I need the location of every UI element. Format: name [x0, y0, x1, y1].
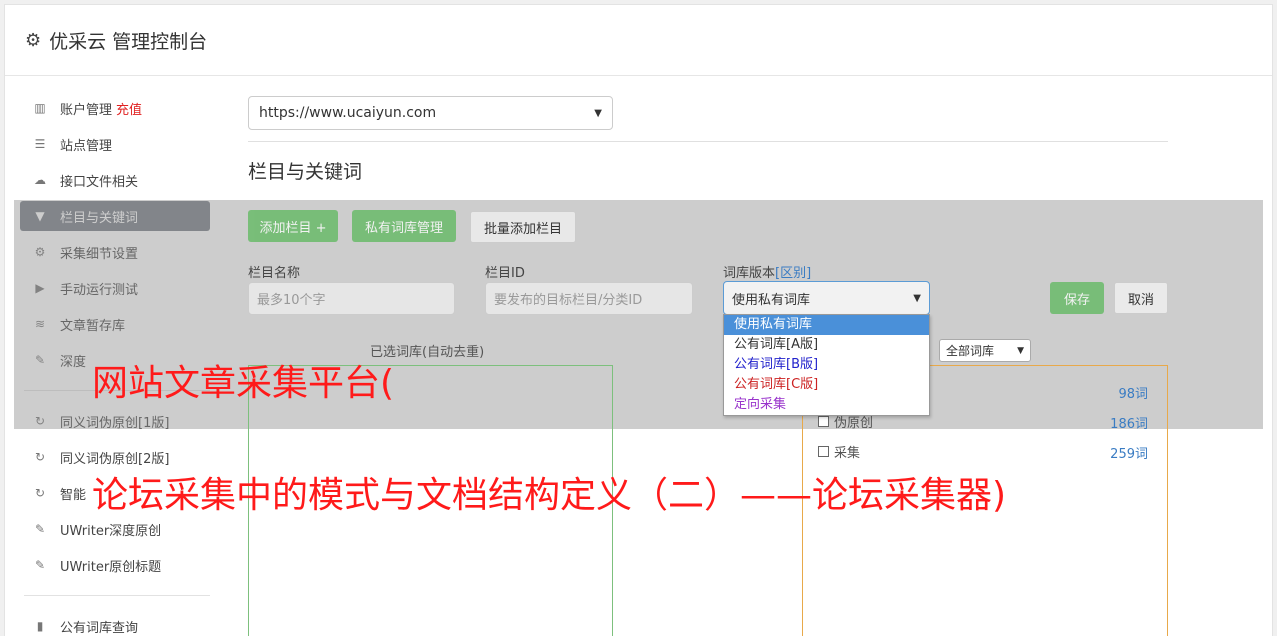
sidebar-item-label: 智能	[60, 487, 87, 503]
app-title: 优采云 管理控制台	[49, 30, 208, 53]
sidebar-item-label: 公有词库查询	[60, 620, 139, 636]
difference-link[interactable]: [区别]	[775, 266, 811, 281]
column-id-label: 栏目ID	[485, 266, 525, 281]
lib-count: 186词	[1110, 417, 1148, 432]
lib-version-label: 词库版本[区别]	[723, 262, 811, 281]
sidebar-item-label: 同义词伪原创[2版]	[60, 451, 170, 467]
chevron-down-icon: ▼	[913, 292, 921, 304]
refresh-icon: ↻	[34, 486, 46, 500]
server-icon: ☰	[34, 137, 46, 151]
all-libs-select[interactable]: 全部词库 ▼	[939, 339, 1031, 362]
main-content: https://www.ucaiyun.com ▼ 栏目与关键词	[244, 96, 1168, 184]
column-name-label: 栏目名称	[248, 266, 301, 281]
dropdown-option-directed[interactable]: 定向采集	[724, 395, 929, 415]
sidebar-item-label: 账户管理	[60, 102, 113, 118]
chevron-down-icon: ▼	[594, 107, 602, 119]
chevron-down-icon: ▼	[1017, 345, 1024, 356]
lib-version-value: 使用私有词库	[732, 292, 811, 308]
all-libs-value: 全部词库	[946, 344, 995, 358]
lib-row-label: 采集	[834, 446, 861, 461]
sidebar-item-label: UWriter深度原创	[60, 523, 162, 539]
edit-icon: ✎	[34, 558, 46, 572]
divider	[248, 141, 1168, 142]
lib-version-dropdown: 使用私有词库 公有词库[A版] 公有词库[B版] 公有词库[C版] 定向采集	[723, 314, 930, 416]
sidebar-item-sites[interactable]: ☰ 站点管理	[20, 126, 210, 162]
dropdown-option-c[interactable]: 公有词库[C版]	[724, 375, 929, 395]
column-name-input[interactable]: 最多10个字	[248, 282, 455, 315]
site-select-value: https://www.ucaiyun.com	[259, 105, 437, 121]
sidebar-item-label: 接口文件相关	[60, 174, 139, 190]
recharge-link[interactable]: 充值	[116, 99, 142, 118]
sidebar-item-uwriter-title[interactable]: ✎ UWriter原创标题	[20, 547, 210, 583]
edit-icon: ✎	[34, 522, 46, 536]
sidebar-item-interface-files[interactable]: ☁ 接口文件相关	[20, 162, 210, 198]
dropdown-option-private[interactable]: 使用私有词库	[724, 315, 929, 335]
save-button[interactable]: 保存	[1050, 282, 1104, 314]
watermark-line-1: 网站文章采集平台(	[92, 363, 395, 404]
checkbox[interactable]	[818, 416, 829, 427]
bar-chart-icon: ▥	[34, 101, 46, 115]
sidebar-divider	[24, 595, 210, 596]
section-title: 栏目与关键词	[248, 161, 363, 183]
sidebar-item-public-lib[interactable]: ▮ 公有词库查询	[20, 608, 210, 636]
column-id-input[interactable]: 要发布的目标栏目/分类ID	[485, 282, 693, 315]
sidebar-item-label: UWriter原创标题	[60, 559, 162, 575]
cancel-button[interactable]: 取消	[1114, 282, 1168, 314]
site-select[interactable]: https://www.ucaiyun.com ▼	[248, 96, 613, 130]
batch-add-button[interactable]: 批量添加栏目	[470, 211, 576, 243]
gear-icon: ⚙	[25, 29, 42, 51]
app-header: ⚙ 优采云 管理控制台	[5, 5, 1272, 76]
watermark-line-2: 论坛采集中的模式与文档结构定义（二）——论坛采集器)	[92, 475, 1007, 516]
cloud-upload-icon: ☁	[34, 173, 46, 187]
lib-count: 98词	[1118, 387, 1148, 402]
lib-count: 259词	[1110, 447, 1148, 462]
sidebar-item-account[interactable]: ▥ 账户管理 充值	[20, 90, 210, 126]
refresh-icon: ↻	[34, 450, 46, 464]
private-lib-button[interactable]: 私有词库管理	[352, 210, 456, 242]
sidebar-item-label: 站点管理	[60, 138, 113, 154]
add-column-button[interactable]: 添加栏目 +	[248, 210, 338, 242]
book-icon: ▮	[36, 619, 44, 633]
dropdown-option-b[interactable]: 公有词库[B版]	[724, 355, 929, 375]
lib-version-label-text: 词库版本	[723, 266, 776, 281]
lib-row[interactable]: 采集	[818, 442, 860, 461]
lib-version-select[interactable]: 使用私有词库 ▼	[723, 281, 930, 315]
checkbox[interactable]	[818, 446, 829, 457]
dropdown-option-a[interactable]: 公有词库[A版]	[724, 335, 929, 355]
